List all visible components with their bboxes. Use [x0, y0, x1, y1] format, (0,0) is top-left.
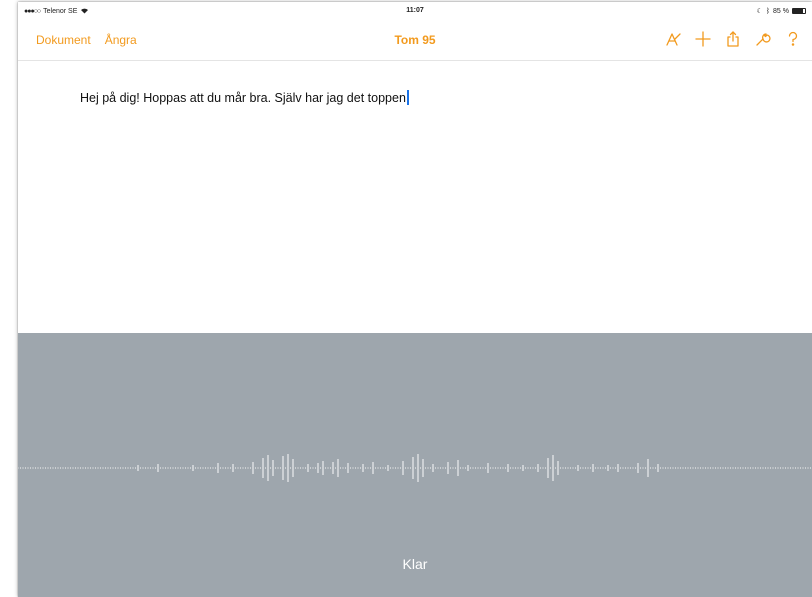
document-title[interactable]: Tom 95 — [394, 33, 435, 47]
ipad-screen: ●●●○○ Telenor SE 11:07 ☾ ᛒ 85 % Dokument… — [18, 2, 812, 597]
status-bar: ●●●○○ Telenor SE 11:07 ☾ ᛒ 85 % — [18, 2, 812, 20]
help-icon[interactable] — [782, 28, 804, 50]
battery-percent: 85 % — [773, 7, 789, 15]
status-right: ☾ ᛒ 85 % — [757, 7, 806, 15]
format-brush-icon[interactable] — [662, 28, 684, 50]
share-icon[interactable] — [722, 28, 744, 50]
wrench-icon[interactable] — [752, 28, 774, 50]
toolbar: Dokument Ångra Tom 95 — [18, 24, 812, 61]
dictation-panel: Klar — [18, 333, 812, 597]
battery-icon — [792, 8, 806, 14]
moon-icon: ☾ — [756, 8, 763, 15]
document-text: Hej på dig! Hoppas att du mår bra. Själv… — [80, 91, 406, 105]
text-cursor — [406, 90, 409, 105]
undo-button[interactable]: Ångra — [105, 33, 137, 47]
battery-level — [793, 9, 804, 13]
document-body[interactable]: Hej på dig! Hoppas att du mår bra. Själv… — [80, 90, 409, 105]
bluetooth-icon: ᛒ — [765, 7, 771, 15]
add-icon[interactable] — [692, 28, 714, 50]
done-button[interactable]: Klar — [403, 556, 428, 572]
status-time: 11:07 — [406, 7, 424, 14]
documents-button[interactable]: Dokument — [36, 33, 91, 47]
